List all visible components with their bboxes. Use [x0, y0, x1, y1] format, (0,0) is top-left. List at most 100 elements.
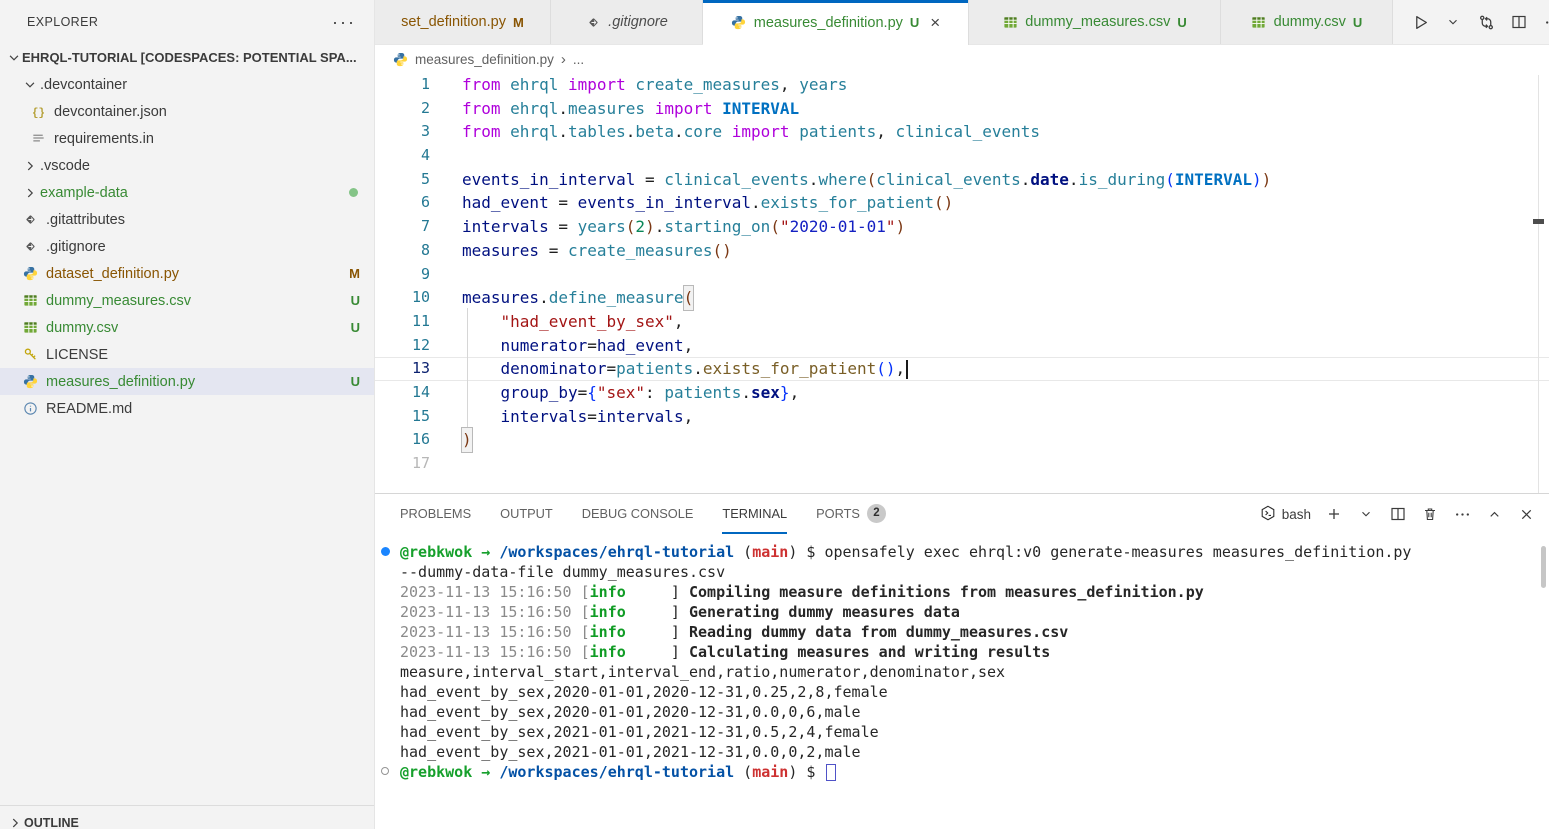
line-number: 5: [375, 168, 430, 192]
terminal-line: --dummy-data-file dummy_measures.csv: [400, 562, 1549, 582]
tree-item-label: dummy.csv: [46, 320, 118, 336]
kill-terminal-button[interactable]: [1421, 505, 1439, 523]
breadcrumb-separator: ›: [561, 51, 566, 68]
line-number: 3: [375, 120, 430, 144]
run-dropdown[interactable]: [1444, 13, 1462, 31]
split-editor-button[interactable]: [1510, 13, 1528, 31]
git-icon: [22, 212, 39, 228]
tab-label: .gitignore: [608, 14, 668, 30]
tree-item-measures-definition-py[interactable]: measures_definition.pyU: [0, 368, 374, 395]
explorer-more-icon[interactable]: ···: [332, 17, 356, 27]
tree-item-label: devcontainer.json: [54, 104, 167, 120]
run-button[interactable]: [1411, 13, 1429, 31]
tree-item-label: README.md: [46, 401, 132, 417]
split-terminal-button[interactable]: [1389, 505, 1407, 523]
new-terminal-button[interactable]: [1325, 505, 1343, 523]
line-content: denominator=patients.exists_for_patient(…: [462, 357, 908, 381]
terminal-more-actions[interactable]: [1453, 505, 1471, 523]
code-line-16: 16): [375, 428, 1549, 452]
panel-tab-label: PROBLEMS: [400, 506, 471, 521]
tree-item-readme-md[interactable]: README.md: [0, 395, 374, 422]
editor-actions: [1393, 0, 1549, 44]
csv-icon: [1251, 14, 1267, 30]
code-line-1: 1 from ehrql import create_measures, year…: [375, 73, 1549, 97]
tree-item-label: .devcontainer: [40, 77, 127, 93]
breadcrumb-file[interactable]: measures_definition.py: [415, 52, 554, 67]
tab-set-definition-py[interactable]: set_definition.pyM: [375, 0, 551, 44]
tree-item-label: example-data: [40, 185, 128, 201]
git-status-badge: M: [513, 15, 524, 30]
overview-ruler-cursor-mark: [1533, 219, 1544, 224]
terminal-line: 2023-11-13 15:16:50 [info ] Generating d…: [400, 602, 1549, 622]
panel-tab-label: OUTPUT: [500, 506, 553, 521]
code-line-3: 3from ehrql.tables.beta.core import pati…: [375, 120, 1549, 144]
editor-more-actions[interactable]: [1543, 13, 1549, 31]
line-content: group_by={"sex": patients.sex},: [462, 381, 799, 405]
code-line-13: 13 denominator=patients.exists_for_patie…: [375, 357, 1549, 381]
tab-dummy-measures-csv[interactable]: dummy_measures.csvU: [969, 0, 1221, 44]
terminal-cursor: [826, 764, 836, 781]
git-icon: [585, 14, 601, 30]
tree-item-license[interactable]: LICENSE: [0, 341, 374, 368]
python-icon: [392, 51, 408, 67]
open-changes-button[interactable]: [1477, 13, 1495, 31]
tree-item-requirements-in[interactable]: requirements.in: [0, 125, 374, 152]
code-line-9: 9: [375, 263, 1549, 287]
git-status-badge: U: [1177, 15, 1186, 30]
tree-item-label: .gitignore: [46, 239, 106, 255]
command-prompt-icon[interactable]: [381, 767, 389, 775]
panel-tab-ports[interactable]: PORTS2: [816, 494, 886, 534]
tree-item-example-data[interactable]: example-data: [0, 179, 374, 206]
terminal-profile[interactable]: bash: [1260, 505, 1311, 524]
tab-measures-definition-py[interactable]: measures_definition.pyU×: [703, 0, 969, 45]
tree-item-devcontainer-json[interactable]: {} devcontainer.json: [0, 98, 374, 125]
python-icon: [731, 15, 747, 31]
line-number: 17: [375, 452, 430, 476]
chevron-right-icon: [22, 158, 38, 174]
tab-dummy-csv[interactable]: dummy.csvU: [1221, 0, 1393, 44]
svg-text:{}: {}: [32, 107, 45, 119]
close-panel-button[interactable]: [1517, 505, 1535, 523]
line-number: 11: [375, 310, 430, 334]
line-number: 14: [375, 381, 430, 405]
tab-label: dummy.csv: [1274, 14, 1346, 30]
tree-item-gitattributes[interactable]: .gitattributes: [0, 206, 374, 233]
outline-section[interactable]: OUTLINE: [0, 805, 374, 829]
breadcrumb-symbol[interactable]: ...: [573, 52, 584, 67]
code-line-15: 15 intervals=intervals,: [375, 405, 1549, 429]
line-number: 4: [375, 144, 430, 168]
line-content: from ehrql import create_measures, years: [462, 73, 847, 97]
breadcrumb[interactable]: measures_definition.py › ...: [375, 45, 1549, 73]
tree-item-devcontainer[interactable]: .devcontainer: [0, 71, 374, 98]
text-cursor: [906, 360, 908, 379]
panel-tab-debug-console[interactable]: DEBUG CONSOLE: [582, 494, 694, 534]
root-folder-label: EHRQL-TUTORIAL [CODESPACES: POTENTIAL SP…: [22, 50, 357, 65]
overview-ruler[interactable]: [1538, 75, 1539, 493]
tree-item-dataset-definition-py[interactable]: dataset_definition.pyM: [0, 260, 374, 287]
tree-item-vscode[interactable]: .vscode: [0, 152, 374, 179]
tab-label: measures_definition.py: [754, 15, 903, 31]
tree-item-gitignore[interactable]: .gitignore: [0, 233, 374, 260]
maximize-panel-button[interactable]: [1485, 505, 1503, 523]
code-editor[interactable]: 1 from ehrql import create_measures, year…: [375, 73, 1549, 493]
tree-item-dummy-csv[interactable]: dummy.csvU: [0, 314, 374, 341]
terminal[interactable]: @rebkwok → /workspaces/ehrql-tutorial (m…: [375, 534, 1549, 829]
panel-tab-terminal[interactable]: TERMINAL: [722, 494, 787, 534]
code-line-7: 7intervals = years(2).starting_on("2020-…: [375, 215, 1549, 239]
tree-root-folder[interactable]: EHRQL-TUTORIAL [CODESPACES: POTENTIAL SP…: [0, 44, 374, 71]
launch-profile-dropdown[interactable]: [1357, 505, 1375, 523]
terminal-line: 2023-11-13 15:16:50 [info ] Compiling me…: [400, 582, 1549, 602]
tree-item-dummy-measures-csv[interactable]: dummy_measures.csvU: [0, 287, 374, 314]
line-number: 1: [375, 73, 430, 97]
command-executed-icon[interactable]: [381, 547, 390, 556]
chevron-right-icon: [8, 815, 24, 831]
panel-tab-problems[interactable]: PROBLEMS: [400, 494, 471, 534]
panel-tab-output[interactable]: OUTPUT: [500, 494, 553, 534]
csv-icon: [22, 320, 39, 336]
tree-item-label: LICENSE: [46, 347, 108, 363]
tree-item-label: dataset_definition.py: [46, 266, 179, 282]
tab-gitignore[interactable]: .gitignore: [551, 0, 703, 44]
ports-count-badge: 2: [867, 504, 886, 523]
close-tab-icon[interactable]: ×: [930, 14, 940, 31]
code-line-12: 12 numerator=had_event,: [375, 334, 1549, 358]
